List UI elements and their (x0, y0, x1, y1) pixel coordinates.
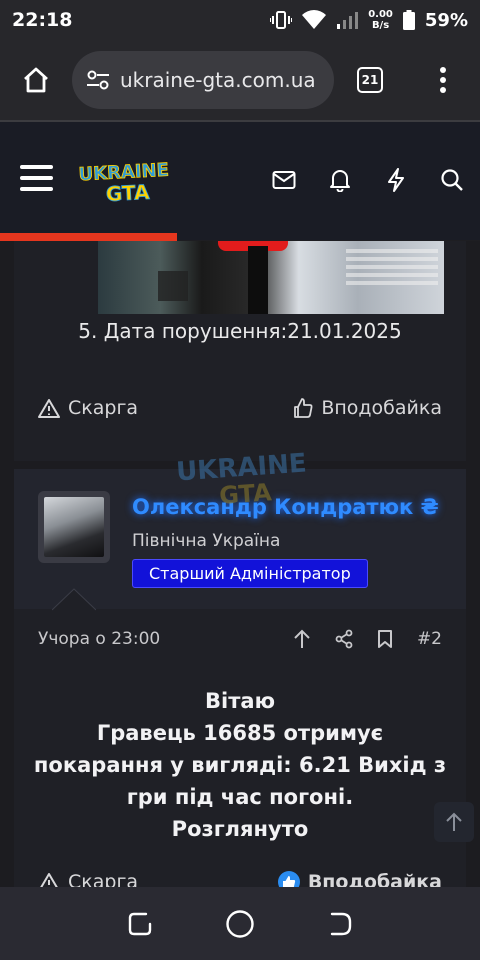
home-nav-icon[interactable] (225, 909, 255, 939)
bookmark-icon[interactable] (377, 629, 393, 649)
user-region: Північна Україна (132, 531, 281, 551)
post-timestamp[interactable]: Учора о 23:00 (38, 629, 160, 649)
bolt-icon (388, 168, 404, 192)
thread-content[interactable]: 5. Дата порушення:21.01.2025 Скарга Впод… (0, 241, 480, 887)
recents-icon[interactable] (126, 910, 154, 938)
warning-icon (40, 873, 58, 887)
post-meta: Учора о 23:00 #2 (38, 629, 442, 649)
watermark-logo: UKRAINE GTA (175, 449, 307, 508)
like-button[interactable]: Вподобайка (277, 871, 442, 887)
like-button[interactable]: Вподобайка (293, 397, 442, 419)
tune-icon[interactable] (86, 69, 110, 91)
tabs-button[interactable]: 21 (334, 40, 406, 120)
post-message: 5. Дата порушення:21.01.2025 Скарга Впод… (14, 241, 466, 461)
post-body-line: покарання у вигляді: 6.21 Вихід з (33, 753, 447, 777)
like-reaction-icon (277, 871, 300, 887)
report-label: Скарга (68, 871, 139, 887)
post-actions: Скарга Вподобайка (38, 871, 442, 887)
battery-icon (402, 10, 415, 30)
report-button[interactable]: Скарга (38, 871, 138, 887)
browser-toolbar: ukraine-gta.com.ua 21 (0, 40, 480, 120)
inbox-button[interactable] (266, 162, 302, 198)
card-pointer (52, 588, 96, 611)
post-body-line: Гравець 16685 отримує (96, 721, 384, 745)
tabs-icon: 21 (357, 67, 383, 93)
thumbs-up-icon (294, 398, 313, 418)
home-icon (24, 67, 48, 93)
whats-new-button[interactable] (378, 162, 414, 198)
svg-text:GTA: GTA (105, 180, 150, 206)
site-header: UKRAINE GTA (0, 122, 480, 240)
status-icons: 0.00 B/s 59% (270, 9, 468, 31)
home-button[interactable] (0, 40, 72, 120)
arrow-up-icon (446, 812, 462, 831)
svg-text:GTA: GTA (218, 478, 273, 508)
post-message: Олександр Кондратюк ₴ Північна Україна С… (14, 469, 466, 887)
post-actions: Скарга Вподобайка (38, 397, 442, 419)
vibrate-icon (270, 11, 293, 29)
battery-percent: 59% (424, 9, 468, 31)
net-speed: 0.00 B/s (368, 9, 393, 31)
bell-icon (330, 170, 350, 192)
role-badge: Старший Адміністратор (132, 559, 368, 588)
share-icon[interactable] (335, 629, 353, 649)
signal-icon (337, 12, 359, 29)
screenshot-picture (158, 241, 438, 314)
address-bar[interactable]: ukraine-gta.com.ua (72, 51, 334, 109)
like-label: Вподобайка (321, 397, 442, 419)
search-icon (441, 169, 463, 191)
clock: 22:18 (12, 9, 73, 31)
report-label: Скарга (68, 397, 139, 419)
post-body-line: 5. Дата порушення:21.01.2025 (78, 319, 402, 343)
post-body-line: Розглянуто (171, 817, 309, 841)
more-vert-icon (440, 67, 446, 93)
search-button[interactable] (434, 162, 470, 198)
warning-icon (38, 399, 60, 418)
avatar-image (44, 497, 104, 557)
system-nav-bar (0, 887, 480, 960)
alerts-button[interactable] (322, 162, 358, 198)
status-bar: 22:18 0.00 B/s 59% (0, 0, 480, 40)
site-logo[interactable]: UKRAINE GTA (78, 156, 170, 206)
avatar[interactable] (38, 491, 110, 563)
header-actions (266, 162, 470, 198)
hamburger-icon[interactable] (20, 165, 53, 195)
post-body-line: гри під час погоні. (126, 785, 354, 809)
browser-menu-button[interactable] (406, 40, 480, 120)
attached-screenshot[interactable] (98, 241, 444, 314)
post-body-line: Вітаю (205, 689, 275, 713)
arrow-up-icon[interactable] (293, 629, 311, 649)
post-body: Вітаю Гравець 16685 отримує покарання у … (14, 685, 466, 845)
post-number[interactable]: #2 (417, 629, 442, 649)
page-load-progress (0, 233, 177, 241)
like-label: Вподобайка (307, 871, 442, 887)
post-meta-actions: #2 (293, 629, 442, 649)
back-icon[interactable] (326, 910, 354, 938)
report-button[interactable]: Скарга (38, 397, 138, 419)
mail-icon (272, 171, 296, 189)
wifi-icon (302, 10, 327, 29)
scroll-to-top-button[interactable] (434, 802, 474, 842)
url-text[interactable]: ukraine-gta.com.ua (120, 68, 316, 92)
